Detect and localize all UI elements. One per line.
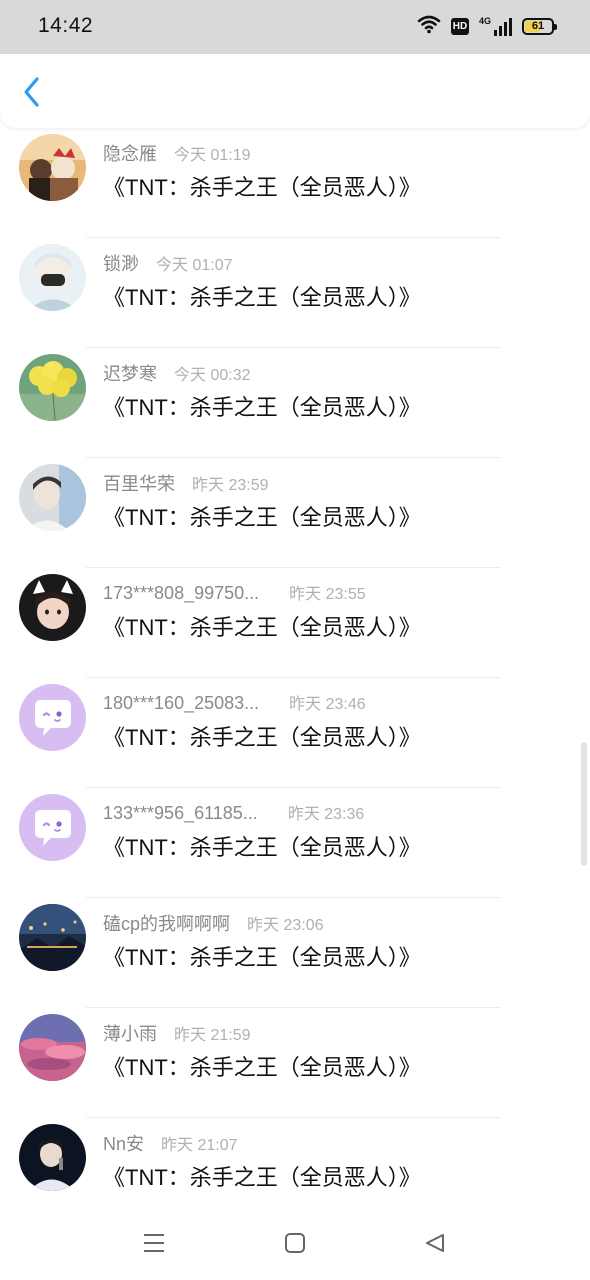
user-name[interactable]: 百里华荣 bbox=[103, 470, 175, 496]
menu-lines-icon bbox=[142, 1232, 166, 1259]
comment-row[interactable]: 173***808_99750... 昨天 23:55 《TNT：杀手之王（全员… bbox=[0, 568, 590, 678]
comment-time: 昨天 21:07 bbox=[161, 1137, 238, 1154]
battery-percent: 61 bbox=[531, 20, 545, 32]
comment-time: 今天 01:19 bbox=[174, 147, 251, 164]
user-name[interactable]: Nn安 bbox=[103, 1130, 144, 1156]
comment-header: 磕cp的我啊啊啊 昨天 23:06 bbox=[103, 910, 324, 936]
comment-row[interactable]: 180***160_25083... 昨天 23:46 《TNT：杀手之王（全员… bbox=[0, 678, 590, 788]
user-name[interactable]: 薄小雨 bbox=[103, 1020, 157, 1046]
user-name[interactable]: 隐念雁 bbox=[103, 140, 157, 166]
menu-button[interactable] bbox=[139, 1230, 169, 1260]
triangle-back-icon bbox=[424, 1232, 446, 1259]
comment-header: Nn安 昨天 21:07 bbox=[103, 1130, 238, 1156]
system-back-button[interactable] bbox=[420, 1230, 450, 1260]
user-avatar[interactable] bbox=[19, 1124, 86, 1191]
battery-icon: 61 bbox=[522, 17, 557, 35]
cellular-signal-icon: 4G bbox=[479, 16, 512, 36]
user-avatar[interactable] bbox=[19, 354, 86, 421]
comment-time: 今天 01:07 bbox=[156, 257, 233, 274]
comment-text: 《TNT：杀手之王（全员恶人）》 bbox=[103, 945, 421, 970]
comment-header: 薄小雨 昨天 21:59 bbox=[103, 1020, 251, 1046]
back-button[interactable] bbox=[14, 74, 50, 114]
comment-row[interactable]: 隐念雁 今天 01:19 《TNT：杀手之王（全员恶人）》 bbox=[0, 128, 590, 238]
comment-time: 昨天 23:55 bbox=[289, 586, 366, 603]
comment-text: 《TNT：杀手之王（全员恶人）》 bbox=[103, 505, 421, 530]
user-avatar[interactable] bbox=[19, 464, 86, 531]
comment-row[interactable]: 磕cp的我啊啊啊 昨天 23:06 《TNT：杀手之王（全员恶人）》 bbox=[0, 898, 590, 1008]
user-avatar[interactable] bbox=[19, 904, 86, 971]
top-nav-bar bbox=[0, 54, 590, 128]
comment-text: 《TNT：杀手之王（全员恶人）》 bbox=[103, 1055, 421, 1080]
comment-header: 迟梦寒 今天 00:32 bbox=[103, 360, 251, 386]
status-bar: 14:42 HD 4G 61 bbox=[0, 0, 590, 54]
home-button[interactable] bbox=[280, 1230, 310, 1260]
square-home-icon bbox=[284, 1232, 306, 1259]
comment-row[interactable]: 133***956_61185... 昨天 23:36 《TNT：杀手之王（全员… bbox=[0, 788, 590, 898]
comment-text: 《TNT：杀手之王（全员恶人）》 bbox=[103, 175, 421, 200]
comment-time: 昨天 23:59 bbox=[192, 477, 269, 494]
scrollbar[interactable] bbox=[581, 742, 587, 866]
default-avatar[interactable] bbox=[19, 684, 86, 751]
user-avatar[interactable] bbox=[19, 1014, 86, 1081]
comment-text: 《TNT：杀手之王（全员恶人）》 bbox=[103, 1165, 421, 1190]
comment-list[interactable]: 隐念雁 今天 01:19 《TNT：杀手之王（全员恶人）》 锁渺 今天 01:0… bbox=[0, 128, 590, 1208]
user-avatar[interactable] bbox=[19, 244, 86, 311]
comment-time: 昨天 23:06 bbox=[247, 917, 324, 934]
user-name[interactable]: 迟梦寒 bbox=[103, 360, 157, 386]
chevron-left-icon bbox=[22, 76, 42, 113]
comment-header: 百里华荣 昨天 23:59 bbox=[103, 470, 269, 496]
comment-text: 《TNT：杀手之王（全员恶人）》 bbox=[103, 395, 421, 420]
user-name[interactable]: 133***956_61185... bbox=[103, 803, 258, 824]
comment-text: 《TNT：杀手之王（全员恶人）》 bbox=[103, 835, 421, 860]
comment-row[interactable]: 薄小雨 昨天 21:59 《TNT：杀手之王（全员恶人）》 bbox=[0, 1008, 590, 1118]
status-icons: HD 4G 61 bbox=[417, 14, 557, 39]
comment-text: 《TNT：杀手之王（全员恶人）》 bbox=[103, 725, 421, 750]
comment-row[interactable]: Nn安 昨天 21:07 《TNT：杀手之王（全员恶人）》 bbox=[0, 1118, 590, 1208]
comment-header: 173***808_99750... 昨天 23:55 bbox=[103, 580, 366, 604]
user-name[interactable]: 磕cp的我啊啊啊 bbox=[103, 910, 230, 936]
user-avatar[interactable] bbox=[19, 134, 86, 201]
comment-time: 昨天 23:36 bbox=[287, 806, 365, 823]
default-avatar[interactable] bbox=[19, 794, 86, 861]
network-type-label: 4G bbox=[478, 16, 491, 26]
comment-row[interactable]: 迟梦寒 今天 00:32 《TNT：杀手之王（全员恶人）》 bbox=[0, 348, 590, 458]
comment-row[interactable]: 锁渺 今天 01:07 《TNT：杀手之王（全员恶人）》 bbox=[0, 238, 590, 348]
comment-text: 《TNT：杀手之王（全员恶人）》 bbox=[103, 615, 421, 640]
status-time: 14:42 bbox=[38, 14, 94, 37]
comment-text: 《TNT：杀手之王（全员恶人）》 bbox=[103, 285, 421, 310]
comment-time: 昨天 23:46 bbox=[289, 696, 366, 713]
comment-row[interactable]: 百里华荣 昨天 23:59 《TNT：杀手之王（全员恶人）》 bbox=[0, 458, 590, 568]
comment-header: 133***956_61185... 昨天 23:36 bbox=[103, 800, 364, 824]
comment-header: 180***160_25083... 昨天 23:46 bbox=[103, 690, 366, 714]
user-name[interactable]: 173***808_99750... bbox=[103, 583, 259, 604]
system-nav-bar bbox=[0, 1208, 590, 1280]
hd-icon: HD bbox=[450, 17, 469, 35]
comment-header: 隐念雁 今天 01:19 bbox=[103, 140, 251, 166]
user-avatar[interactable] bbox=[19, 574, 86, 641]
user-name[interactable]: 180***160_25083... bbox=[103, 693, 259, 714]
wifi-icon bbox=[417, 14, 441, 39]
comment-time: 昨天 21:59 bbox=[174, 1027, 251, 1044]
comment-header: 锁渺 今天 01:07 bbox=[103, 250, 233, 276]
comment-time: 今天 00:32 bbox=[174, 367, 251, 384]
user-name[interactable]: 锁渺 bbox=[103, 250, 139, 276]
